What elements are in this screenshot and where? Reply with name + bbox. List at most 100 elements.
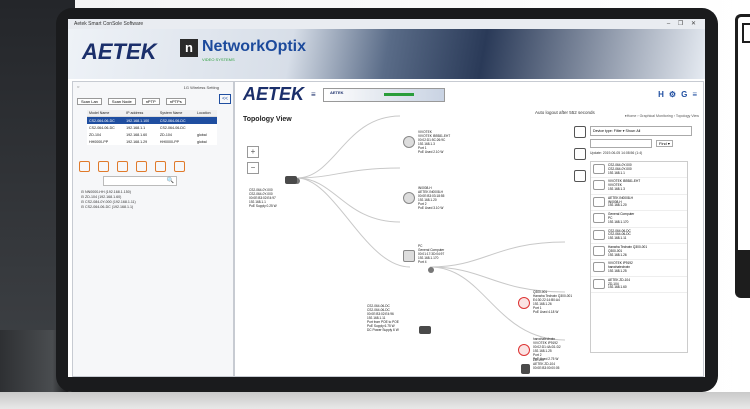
dome-camera-icon[interactable] (518, 344, 530, 356)
networkoptix-logo-icon: n (180, 39, 198, 57)
server-label: ZD-104 AETEK ZD-104 00:0E:B3:00:00:05 (533, 358, 559, 370)
window-titlebar: Aetek Smart ConSole Software – ❐ ✕ (68, 19, 705, 29)
search-icon[interactable]: 🔍 (167, 178, 174, 184)
root-switch-label: CS2-064-0Y-000 CS2-064-0Y-000 00:0E:B3:0… (249, 188, 277, 208)
device-icon (593, 278, 605, 289)
device-type-select[interactable]: Device type: Filter ▾ Show: All (590, 126, 692, 136)
auto-logout-text: Auto logout after 552 seconds (535, 110, 595, 115)
tree-item[interactable]: ⊟ CS2-064-06-DC (192.168.1.1) (81, 205, 233, 210)
node-text: PoE Used 4.18 W (533, 310, 559, 314)
node-text: PoE Used 2.10 W (418, 150, 444, 154)
device-list-panel: Device type: Filter ▾ Show: All Find ▾ U… (574, 126, 700, 371)
node-text: PoE Used 3.10 W (418, 206, 444, 210)
cell: 192.168.1.60 (126, 132, 148, 137)
window-title: Aetek Smart ConSole Software (74, 21, 144, 27)
device-icon (593, 262, 605, 273)
table-row[interactable]: CS2-064-06-DC 192.168.1.1 CS2-064-06-DC (87, 124, 217, 131)
server-icon[interactable] (521, 364, 530, 374)
switch-2-label: CS2-064-06-DC CS2-064-06-DC 00:0E:B3:02:… (367, 304, 399, 332)
alert-filter-icon[interactable] (136, 161, 147, 172)
camera-2-label: IN0008-H AETEK IN0008-H 00:0E:B3:03:18:5… (418, 186, 444, 210)
camera-filter-icon[interactable] (98, 161, 109, 172)
page-title: Topology View (243, 116, 292, 123)
item-text: 192.168.1.170 (608, 219, 629, 224)
cell: 192.168.1.29 (126, 139, 148, 144)
networkoptix-tagline: VIDEO SYSTEMS (202, 57, 235, 62)
list-item[interactable]: CS2-064-0Y-000 CS2-064-0Y-000 192.168.1.1 (591, 162, 687, 179)
cell: 192.168.1.1 (126, 125, 146, 130)
list-item[interactable]: CS2-064-06-DC CS2-064-06-DC 192.168.1.11 (591, 228, 687, 244)
pc-icon[interactable] (403, 250, 415, 262)
dome-1-label: Q300-001 Hanwha Techwin Q300-001 E4:30:2… (533, 290, 572, 314)
nptp-button[interactable]: nPTP (141, 97, 160, 105)
cell: CS2-064-06-DC (159, 125, 186, 130)
cell: HH0000-PP (159, 139, 180, 144)
scan-node-button[interactable]: Scan Node (107, 97, 136, 105)
zoom-out-button[interactable]: − (247, 162, 259, 174)
device-icon (593, 245, 605, 256)
desk-surface (0, 392, 750, 409)
list-view-icon[interactable] (574, 170, 586, 182)
device-panel: ○ 1G Wireless Setting Scan Lan Scan Node… (72, 81, 234, 377)
list-item[interactable]: AETEK IN0008-H IN0008-H 192.168.1.20 (591, 195, 687, 212)
doc-filter-icon[interactable] (155, 161, 166, 172)
list-item[interactable]: VIVOTEK IP9192 hanwhatechwin 192.168.1.25 (591, 260, 687, 277)
camera-icon[interactable] (403, 192, 415, 204)
collapse-panel-button[interactable]: << (219, 94, 231, 104)
node-text: DC Power Supply 6 W (367, 328, 399, 332)
settings-gear-icon[interactable] (574, 126, 586, 138)
list-item[interactable]: AETEK ZD-104 ZD-104 192.168.1.60 (591, 277, 687, 294)
device-icon (593, 180, 605, 191)
wireless-setting-link[interactable]: 1G Wireless Setting (184, 85, 219, 90)
mini-banner-graphic (384, 93, 414, 96)
node-text: PoE Supply 0.25 W (249, 204, 277, 208)
switch-icon[interactable] (285, 176, 297, 184)
device-icon (593, 164, 605, 174)
networkoptix-logo: NetworkOptix (202, 38, 307, 55)
cell: global (197, 132, 207, 137)
status-icon: ○ (77, 84, 80, 89)
topology-filter-icon[interactable] (174, 161, 185, 172)
device-tree: ⊟ NN0000-HH (192.168.1.150) ⊟ ZD-104 (19… (81, 190, 233, 210)
camera-icon[interactable] (403, 136, 415, 148)
logout-icon[interactable]: G (681, 90, 687, 99)
cell: ZD-104 (159, 132, 172, 137)
window-controls[interactable]: – ❐ ✕ (667, 20, 699, 27)
cell (195, 124, 217, 131)
device-search-input[interactable] (590, 139, 652, 148)
breadcrumb[interactable]: ●Home › Graphical Monitoring › Topology … (625, 114, 699, 118)
find-button[interactable]: Find ▾ (656, 140, 673, 147)
table-row[interactable]: HH0000-PP 192.168.1.29 HH0000-PP global (87, 138, 217, 145)
device-icon (593, 229, 605, 240)
aetek-logo: AETEK (243, 84, 305, 104)
tree-search-input[interactable]: 🔍 (103, 176, 177, 186)
device-search-row: Find ▾ (590, 139, 700, 148)
nvr-filter-icon[interactable] (117, 161, 128, 172)
camera-1-label: VIVOTEK VIVOTEK IB9381-EHT 00:02:D1:5C:2… (418, 130, 450, 154)
scan-lan-button[interactable]: Scan Lan (77, 97, 102, 105)
device-panel-header: ○ 1G Wireless Setting (73, 82, 233, 96)
more-menu-icon[interactable]: ≡ (692, 90, 697, 99)
item-text: 192.168.1.3 (608, 186, 625, 191)
app-screen: Aetek Smart ConSole Software – ❐ ✕ AETEK… (68, 19, 705, 377)
zoom-in-button[interactable]: + (247, 146, 259, 158)
menu-icon[interactable]: ≡ (311, 90, 316, 99)
cell (195, 116, 217, 124)
table-row[interactable]: CS2-064-06-DC 192.168.1.100 CS2-064-06-D… (87, 116, 217, 124)
settings-icon[interactable]: ⚙ (669, 90, 676, 99)
home-icon[interactable]: H (658, 90, 664, 99)
dome-camera-icon[interactable] (518, 297, 530, 309)
list-item[interactable]: VIVOTEK IB9381-EHT VIVOTEK 192.168.1.3 (591, 178, 687, 195)
table-row[interactable]: ZD-104 192.168.1.60 ZD-104 global (87, 131, 217, 138)
device-toolbar: Scan Lan Scan Node nPTP nPTPs (73, 96, 233, 106)
list-item[interactable]: Hanwha Techwin Q300-001 Q300-001 192.168.1… (591, 244, 687, 261)
nptps-button[interactable]: nPTPs (165, 97, 186, 105)
list-item[interactable]: General Computer PC 192.168.1.170 (591, 211, 687, 228)
switch-icon[interactable] (419, 326, 431, 334)
mini-banner: AETEK (323, 88, 445, 102)
switch-filter-icon[interactable] (79, 161, 90, 172)
device-filter-icons (79, 161, 233, 172)
item-text: 192.168.1.20 (608, 203, 627, 208)
fullscreen-icon[interactable] (574, 148, 586, 160)
top-icons: H ⚙ G ≡ (658, 90, 697, 99)
